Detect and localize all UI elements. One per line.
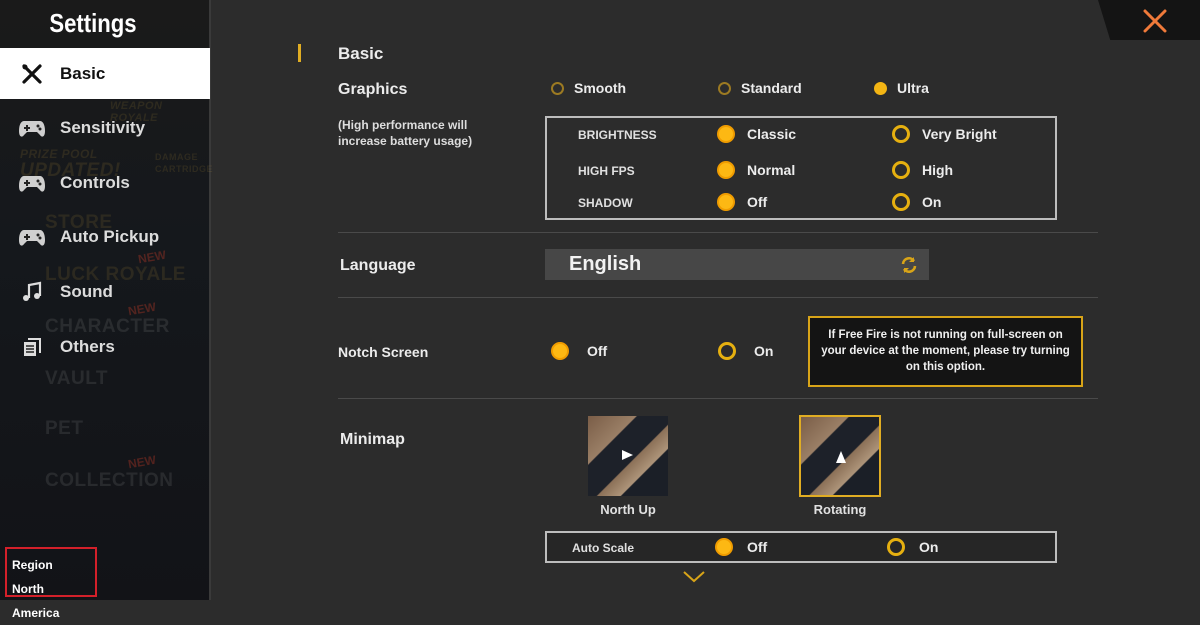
option-label: Smooth [574,80,627,96]
music-note-icon [23,281,42,301]
notch-option-on[interactable]: On [718,342,773,360]
refresh-icon [901,256,917,273]
divider [338,297,1098,298]
bg-menu-text: COLLECTION [45,470,174,491]
sidebar-item-label: Others [60,337,115,356]
region-value: North America [12,582,60,620]
section-title: Basic [338,44,384,63]
high-fps-label: HIGH FPS [578,164,635,178]
close-x-icon [1143,9,1167,33]
radio-icon [718,342,736,360]
radio-icon [892,161,910,179]
language-label: Language [340,257,416,274]
option-label: High [922,162,954,178]
radio-icon [551,81,564,95]
option-label: On [754,343,774,359]
brightness-option-classic[interactable]: Classic [717,125,796,143]
auto-scale-option-on[interactable]: On [887,538,938,556]
sidebar-item-controls[interactable]: Controls [0,158,210,208]
radio-selected-icon [715,538,733,556]
documents-icon [24,338,41,356]
minimap-rotating-preview [799,415,881,497]
bg-menu-text: PET [45,418,84,439]
radio-icon [718,81,731,95]
radio-icon [887,538,905,556]
shadow-option-on[interactable]: On [892,193,941,211]
notch-screen-label: Notch Screen [338,344,429,360]
shadow-label: SHADOW [578,196,633,210]
option-label: On [919,539,939,555]
option-label: Normal [747,162,796,178]
sidebar-item-label: Sensitivity [60,118,146,137]
region-box[interactable]: Region North America [5,547,97,620]
auto-scale-option-off[interactable]: Off [715,538,767,556]
sidebar-item-auto-pickup[interactable]: Auto Pickup [0,212,210,262]
notch-option-off[interactable]: Off [551,342,607,360]
auto-scale-label: Auto Scale [572,541,635,555]
option-label: On [922,194,942,210]
divider [338,398,1098,399]
tools-icon [22,63,42,84]
minimap-option-north-up[interactable]: North Up [588,416,668,517]
high-fps-option-normal[interactable]: Normal [717,161,795,179]
player-arrow-icon [836,451,846,463]
shadow-option-off[interactable]: Off [717,193,767,211]
player-arrow-icon [622,450,633,460]
option-label: Rotating [813,502,867,517]
radio-selected-icon [874,81,887,95]
close-button[interactable] [1098,0,1200,40]
settings-title: Settings [49,8,137,38]
radio-selected-icon [551,342,569,360]
sidebar-item-basic[interactable]: Basic [0,48,210,99]
radio-icon [892,193,910,211]
sidebar-item-sound[interactable]: Sound [0,267,210,317]
option-label: Off [587,343,608,359]
sidebar-item-label: Controls [60,173,130,192]
minimap-label: Minimap [340,431,405,448]
graphics-label: Graphics [338,81,408,98]
sidebar-item-sensitivity[interactable]: Sensitivity [0,103,210,153]
graphics-option-standard[interactable]: Standard [718,80,802,96]
sidebar: WEAPON ROYALE PRIZE POOL UPDATED! DAMAGE… [0,0,213,620]
language-selector[interactable]: English [545,249,929,280]
region-label: Region [12,558,53,572]
sidebar-item-label: Sound [60,282,113,301]
brightness-label: BRIGHTNESS [578,128,657,142]
gamepad-icon [19,176,45,192]
radio-selected-icon [717,161,735,179]
sidebar-item-label: Auto Pickup [60,227,160,246]
graphics-note: (High performance will increase battery … [338,118,473,148]
high-fps-option-high[interactable]: High [892,161,953,179]
chevron-down-icon[interactable] [682,570,706,584]
radio-icon [892,125,910,143]
new-badge: NEW [126,452,158,472]
option-label: Classic [747,126,797,142]
notch-tooltip: If Free Fire is not running on full-scre… [808,316,1083,387]
option-label: North Up [600,502,656,517]
divider [338,232,1098,233]
radio-selected-icon [717,193,735,211]
gamepad-icon [19,230,45,246]
section-marker [298,44,301,62]
brightness-option-very-bright[interactable]: Very Bright [892,125,997,143]
sidebar-item-label: Basic [60,63,106,83]
minimap-north-up-preview [588,416,668,496]
option-label: Standard [741,80,802,96]
option-label: Off [747,539,768,555]
radio-selected-icon [717,125,735,143]
language-value: English [569,253,642,275]
gamepad-icon [19,121,45,137]
minimap-option-rotating[interactable]: Rotating [799,415,881,517]
option-label: Very Bright [922,126,997,142]
sidebar-item-others[interactable]: Others [0,322,210,372]
graphics-option-ultra[interactable]: Ultra [874,80,929,96]
option-label: Ultra [897,80,929,96]
graphics-option-smooth[interactable]: Smooth [551,80,626,96]
option-label: Off [747,194,768,210]
